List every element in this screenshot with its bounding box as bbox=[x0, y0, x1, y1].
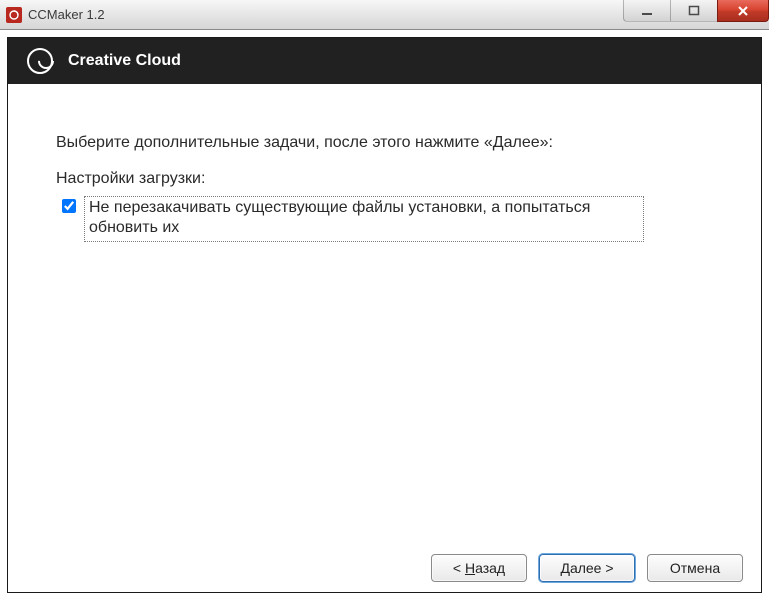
next-rest: алее > bbox=[570, 560, 614, 576]
window-controls bbox=[624, 0, 769, 22]
option1-label[interactable]: Не перезакачивать существующие файлы уст… bbox=[84, 196, 644, 242]
minimize-button[interactable] bbox=[623, 0, 671, 22]
footer: < Назад Далее > Отмена bbox=[8, 544, 761, 592]
back-hotkey: Н bbox=[465, 560, 475, 576]
next-button[interactable]: Далее > bbox=[539, 554, 635, 582]
maximize-button[interactable] bbox=[670, 0, 718, 22]
window-title: CCMaker 1.2 bbox=[28, 7, 105, 22]
instruction-text: Выберите дополнительные задачи, после эт… bbox=[56, 134, 713, 152]
titlebar: CCMaker 1.2 bbox=[0, 0, 769, 30]
back-rest: азад bbox=[475, 560, 505, 576]
option1-checkbox[interactable] bbox=[62, 199, 76, 213]
section-title: Настройки загрузки: bbox=[56, 170, 713, 188]
installer-panel: Creative Cloud Выберите дополнительные з… bbox=[7, 37, 762, 593]
content-area: Выберите дополнительные задачи, после эт… bbox=[8, 84, 761, 544]
app-icon bbox=[6, 7, 22, 23]
banner-title: Creative Cloud bbox=[68, 52, 181, 70]
back-prefix: < bbox=[453, 560, 465, 576]
back-button[interactable]: < Назад bbox=[431, 554, 527, 582]
minimize-icon bbox=[641, 5, 653, 17]
next-hotkey: Д bbox=[560, 560, 569, 576]
close-button[interactable] bbox=[717, 0, 769, 22]
close-icon bbox=[736, 5, 750, 17]
cancel-button[interactable]: Отмена bbox=[647, 554, 743, 582]
maximize-icon bbox=[688, 5, 700, 17]
creative-cloud-icon bbox=[26, 47, 54, 75]
banner: Creative Cloud bbox=[8, 38, 761, 84]
option-row: Не перезакачивать существующие файлы уст… bbox=[62, 196, 713, 242]
